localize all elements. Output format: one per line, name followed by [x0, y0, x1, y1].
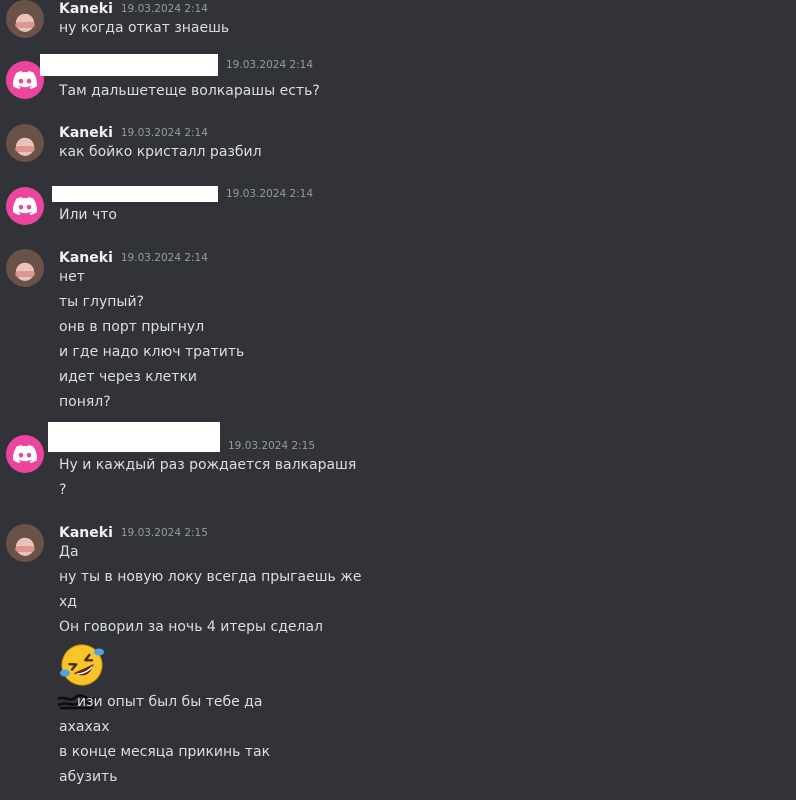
- message-text: и где надо ключ тратить: [59, 344, 245, 360]
- username[interactable]: Kaneki: [59, 125, 113, 141]
- redacted-username: [48, 422, 220, 452]
- message-text: Там дальшетеще волкарашы есть?: [59, 83, 320, 99]
- timestamp: 19.03.2024 2:15: [228, 440, 316, 452]
- rolling-on-floor-laughing-icon: [60, 644, 104, 686]
- redacted-username: [52, 186, 218, 202]
- username[interactable]: Kaneki: [59, 525, 113, 541]
- message-text: ты глупый?: [59, 294, 144, 310]
- redacted-username: [40, 54, 218, 76]
- timestamp: 19.03.2024 2:14: [120, 127, 208, 139]
- message-text: понял?: [59, 394, 111, 410]
- discord-avatar[interactable]: [6, 435, 44, 473]
- message-text: нет: [59, 269, 85, 285]
- user-avatar[interactable]: [6, 524, 44, 562]
- message-text: Или что: [59, 207, 117, 223]
- message-text: онв в порт прыгнул: [59, 319, 205, 335]
- user-avatar[interactable]: [6, 249, 44, 287]
- timestamp: 19.03.2024 2:14: [120, 3, 208, 15]
- message-text: изи опыт был бы тебе да: [77, 694, 263, 710]
- message-text: ?: [59, 482, 67, 498]
- message-text: идет через клетки: [59, 369, 198, 385]
- discord-icon: [13, 71, 37, 89]
- discord-icon: [13, 445, 37, 463]
- message-text: абузить: [59, 769, 118, 785]
- timestamp: 19.03.2024 2:14: [226, 188, 314, 200]
- user-avatar[interactable]: [6, 0, 44, 38]
- message-text: ну когда откат знаешь: [59, 20, 230, 36]
- timestamp: 19.03.2024 2:15: [120, 527, 208, 539]
- message-text: ну ты в новую локу всегда прыгаешь же: [59, 569, 362, 585]
- message-text: Да: [59, 544, 79, 560]
- username[interactable]: Kaneki: [59, 250, 113, 266]
- discord-icon: [13, 197, 37, 215]
- user-avatar[interactable]: [6, 124, 44, 162]
- message-text: Ну и каждый раз рождается валкарашя: [59, 457, 357, 473]
- message-text: в конце месяца прикинь так: [59, 744, 271, 760]
- timestamp: 19.03.2024 2:14: [120, 252, 208, 264]
- discord-avatar[interactable]: [6, 61, 44, 99]
- discord-avatar[interactable]: [6, 187, 44, 225]
- username[interactable]: Kaneki: [59, 1, 113, 17]
- message-text: как бойко кристалл разбил: [59, 144, 262, 160]
- message-text: ахахах: [59, 719, 110, 735]
- message-text: Он говорил за ночь 4 итеры сделал: [59, 619, 323, 635]
- message-text: хд: [59, 594, 77, 610]
- timestamp: 19.03.2024 2:14: [226, 59, 314, 71]
